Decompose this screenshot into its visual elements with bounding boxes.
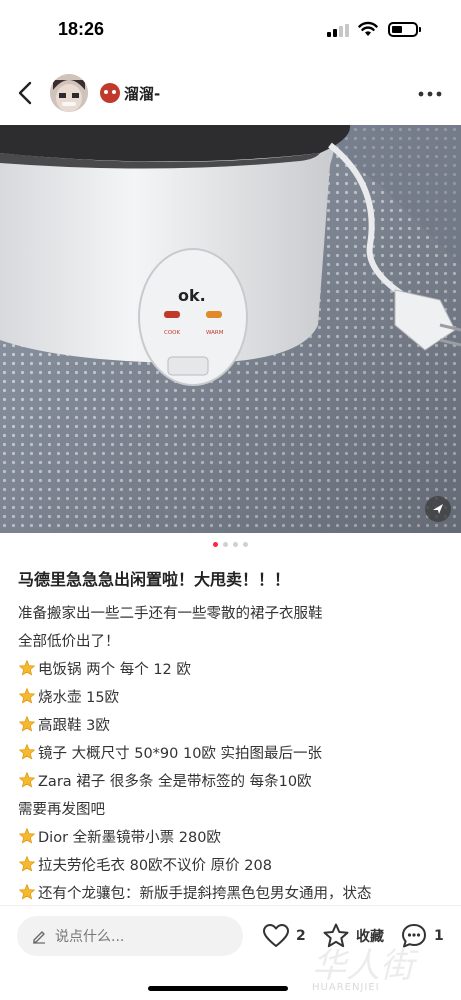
battery-tip xyxy=(419,27,421,32)
post-title: 马德里急急急出闲置啦！大甩卖！！！ xyxy=(18,570,291,589)
post-line: 烧水壶 15欧 xyxy=(18,682,448,710)
wifi-icon xyxy=(358,21,378,36)
post-line-text: 高跟鞋 3欧 xyxy=(38,717,110,734)
author-info[interactable]: 溜溜- xyxy=(100,82,160,104)
comment-input[interactable]: 说点什么... xyxy=(17,916,243,956)
post-line-text: 准备搬家出一些二手还有一些零散的裙子衣服鞋 xyxy=(18,605,323,622)
battery-icon xyxy=(388,22,418,37)
post-line: 需要再发图吧 xyxy=(18,794,448,822)
status-time: 18:26 xyxy=(58,19,105,39)
site-watermark: 华人街 HUARENJIEI xyxy=(312,938,452,998)
post-line-text: 烧水壶 15欧 xyxy=(38,689,120,706)
post-photo[interactable]: ok. COOK WARM xyxy=(0,125,461,533)
post-line: 镜子 大概尺寸 50*90 10欧 实拍图最后一张 xyxy=(18,738,448,766)
cook-label: COOK xyxy=(164,330,180,336)
watermark-latin: HUARENJIEI xyxy=(312,982,380,993)
post-line: 准备搬家出一些二手还有一些零散的裙子衣服鞋 xyxy=(18,598,448,626)
carousel-dot-active xyxy=(213,542,218,547)
post-line: 电饭锅 两个 每个 12 欧 xyxy=(18,654,448,682)
post-line: 还有个龙骧包：新版手提斜挎黑色包男女通用，状态 xyxy=(18,878,448,906)
cellular-signal-icon xyxy=(327,24,349,37)
photo-tag-button[interactable] xyxy=(425,496,451,522)
post-line-text: 电饭锅 两个 每个 12 欧 xyxy=(38,661,191,678)
glowing-star-icon xyxy=(19,660,35,676)
carousel-dot xyxy=(223,542,228,547)
comment-placeholder: 说点什么... xyxy=(55,929,125,945)
glowing-star-icon xyxy=(19,884,35,900)
rice-cooker-photo: ok. COOK WARM xyxy=(0,125,461,533)
post-line-text: 还有个龙骧包：新版手提斜挎黑色包男女通用，状态 xyxy=(38,885,372,902)
post-line: 高跟鞋 3欧 xyxy=(18,710,448,738)
home-indicator xyxy=(148,986,288,991)
glowing-star-icon xyxy=(19,716,35,732)
back-arrow-icon[interactable] xyxy=(12,78,40,108)
watermark-chinese: 华人街 xyxy=(312,946,414,986)
status-bar: 18:26 xyxy=(0,0,461,62)
post-line-text: 拉夫劳伦毛衣 80欧不议价 原价 208 xyxy=(38,857,272,874)
carousel-dot xyxy=(233,542,238,547)
demon-mask-icon xyxy=(100,83,120,103)
post-line: 全部低价出了！ xyxy=(18,626,448,654)
post-header: 溜溜- xyxy=(0,62,461,124)
post-line: Zara 裙子 很多条 全是带标签的 每条10欧 xyxy=(18,766,448,794)
like-button[interactable]: 2 xyxy=(262,920,306,952)
like-count: 2 xyxy=(296,928,306,944)
post-line: 拉夫劳伦毛衣 80欧不议价 原价 208 xyxy=(18,850,448,878)
glowing-star-icon xyxy=(19,828,35,844)
paper-plane-icon xyxy=(433,504,443,514)
brand-logo-text: ok. xyxy=(178,286,206,305)
post-body: 准备搬家出一些二手还有一些零散的裙子衣服鞋 全部低价出了！ 电饭锅 两个 每个 12… xyxy=(18,598,448,906)
carousel-indicator xyxy=(0,542,461,548)
post-line-text: Zara 裙子 很多条 全是带标签的 每条10欧 xyxy=(38,773,312,790)
post-line-text: 需要再发图吧 xyxy=(18,801,105,818)
glowing-star-icon xyxy=(19,688,35,704)
warm-label: WARM xyxy=(206,330,224,336)
avatar-face-icon xyxy=(50,74,88,112)
post-line-text: 全部低价出了！ xyxy=(18,633,120,650)
post-line-text: Dior 全新墨镜带小票 280欧 xyxy=(38,829,221,846)
heart-icon xyxy=(263,924,289,947)
author-username: 溜溜- xyxy=(124,84,161,103)
pencil-icon xyxy=(33,931,45,944)
glowing-star-icon xyxy=(19,856,35,872)
post-line: Dior 全新墨镜带小票 280欧 xyxy=(18,822,448,850)
glowing-star-icon xyxy=(19,744,35,760)
avatar[interactable] xyxy=(50,74,88,112)
bottom-divider xyxy=(0,905,461,906)
glowing-star-icon xyxy=(19,772,35,788)
carousel-dot xyxy=(243,542,248,547)
post-line-text: 镜子 大概尺寸 50*90 10欧 实拍图最后一张 xyxy=(38,745,323,762)
more-options-icon[interactable] xyxy=(413,84,447,104)
